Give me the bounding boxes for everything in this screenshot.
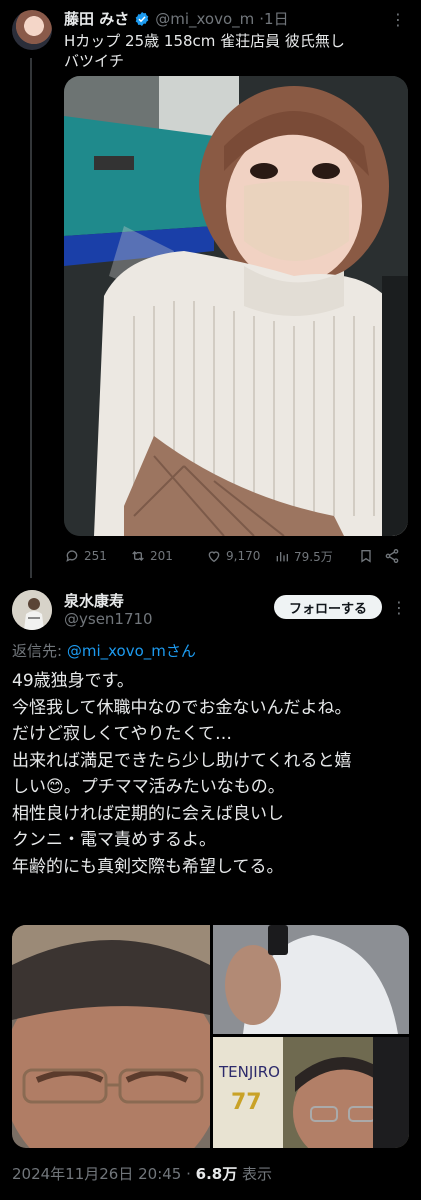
bookmark-icon: [361, 550, 371, 563]
share-button[interactable]: [384, 548, 404, 564]
like-button[interactable]: 9,170: [206, 548, 274, 564]
more-options-icon[interactable]: ⋮: [391, 598, 407, 617]
like-count: 9,170: [226, 549, 261, 563]
more-options-icon[interactable]: ⋮: [390, 10, 407, 29]
body-mirror-photo: [213, 925, 409, 1034]
author-name[interactable]: 藤田 みさ: [64, 8, 129, 29]
tweet-photo[interactable]: [12, 925, 222, 1148]
tweet-text-line: Hカップ 25歳 158cm 雀荘店員 彼氏無し: [64, 32, 345, 50]
tweet-photo[interactable]: [64, 76, 408, 536]
reply-to-line: 返信先: @mi_xovo_mさん: [12, 640, 196, 661]
tweet-header: 藤田 みさ @mi_xovo_m ·1日: [64, 8, 289, 29]
reply-text-line: 相性良ければ定期的に会えば良いし: [12, 803, 284, 824]
author-handle[interactable]: @mi_xovo_m: [155, 10, 254, 28]
original-tweet[interactable]: 藤田 みさ @mi_xovo_m ·1日 ⋮ Hカップ 25歳 158cm 雀荘…: [0, 0, 421, 580]
tweet-photo[interactable]: TENJIRO 77: [213, 1037, 409, 1148]
bookmark-button[interactable]: [358, 548, 384, 564]
views-button[interactable]: 79.5万: [274, 548, 358, 565]
reply-button[interactable]: 251: [64, 548, 130, 564]
views-icon: [276, 552, 288, 562]
tweet-actions: 251 201 9,170 79.5万: [64, 546, 408, 566]
reply-to-label: 返信先:: [12, 642, 67, 660]
selfie-illustration: [64, 76, 408, 536]
reply-text-line: しい😊。プチママ活みたいなもの。: [12, 777, 285, 797]
tweet-photo[interactable]: [213, 925, 409, 1034]
author-name[interactable]: 泉水康寿: [64, 590, 124, 611]
reply-count: 251: [84, 549, 107, 563]
jersey-text: TENJIRO: [218, 1063, 280, 1081]
tweet-text: Hカップ 25歳 158cm 雀荘店員 彼氏無し バツイチ: [64, 31, 394, 71]
views-label: 表示: [237, 1165, 273, 1183]
photo-grid: TENJIRO 77: [12, 925, 409, 1148]
tweet-text-line: バツイチ: [64, 52, 125, 70]
tweet-time[interactable]: ·1日: [259, 8, 288, 29]
retweet-button[interactable]: 201: [130, 548, 206, 564]
jersey-selfie-photo: TENJIRO 77: [213, 1037, 409, 1148]
retweet-count: 201: [150, 549, 173, 563]
tweet-datetime[interactable]: 2024年11月26日 20:45: [12, 1165, 181, 1183]
verified-badge-icon: [135, 11, 149, 26]
face-closeup-photo: [12, 925, 222, 1148]
jersey-number: 77: [231, 1090, 262, 1115]
reply-text-line: 49歳独身です。: [12, 671, 134, 691]
separator: ·: [181, 1165, 196, 1183]
avatar[interactable]: [12, 10, 52, 50]
views-total: 6.8万: [195, 1165, 238, 1183]
reply-text-line: 今怪我して休職中なのでお金ないんだよね。: [12, 697, 352, 718]
reply-text-line: だけど寂しくてやりたくて…: [12, 724, 232, 744]
reply-to-mention[interactable]: @mi_xovo_mさん: [67, 642, 196, 660]
reply-icon: [66, 550, 78, 562]
views-count: 79.5万: [294, 549, 333, 564]
reply-text-line: 年齢的にも真剣交際も希望してる。: [12, 856, 284, 877]
heart-icon: [208, 551, 220, 563]
author-handle[interactable]: @ysen1710: [64, 610, 153, 628]
avatar-photo: [12, 590, 52, 630]
reply-text-line: クンニ・電マ責めするよ。: [12, 830, 216, 850]
share-icon: [385, 549, 399, 563]
retweet-icon: [132, 551, 144, 561]
avatar[interactable]: [12, 590, 52, 630]
tweet-footer: 2024年11月26日 20:45 · 6.8万 表示: [12, 1163, 272, 1184]
reply-text: 49歳独身です。 今怪我して休職中なのでお金ないんだよね。 だけど寂しくてやりた…: [12, 668, 412, 880]
follow-button[interactable]: フォローする: [274, 595, 382, 619]
reply-text-line: 出来れば満足できたら少し助けてくれると嬉: [12, 750, 352, 771]
